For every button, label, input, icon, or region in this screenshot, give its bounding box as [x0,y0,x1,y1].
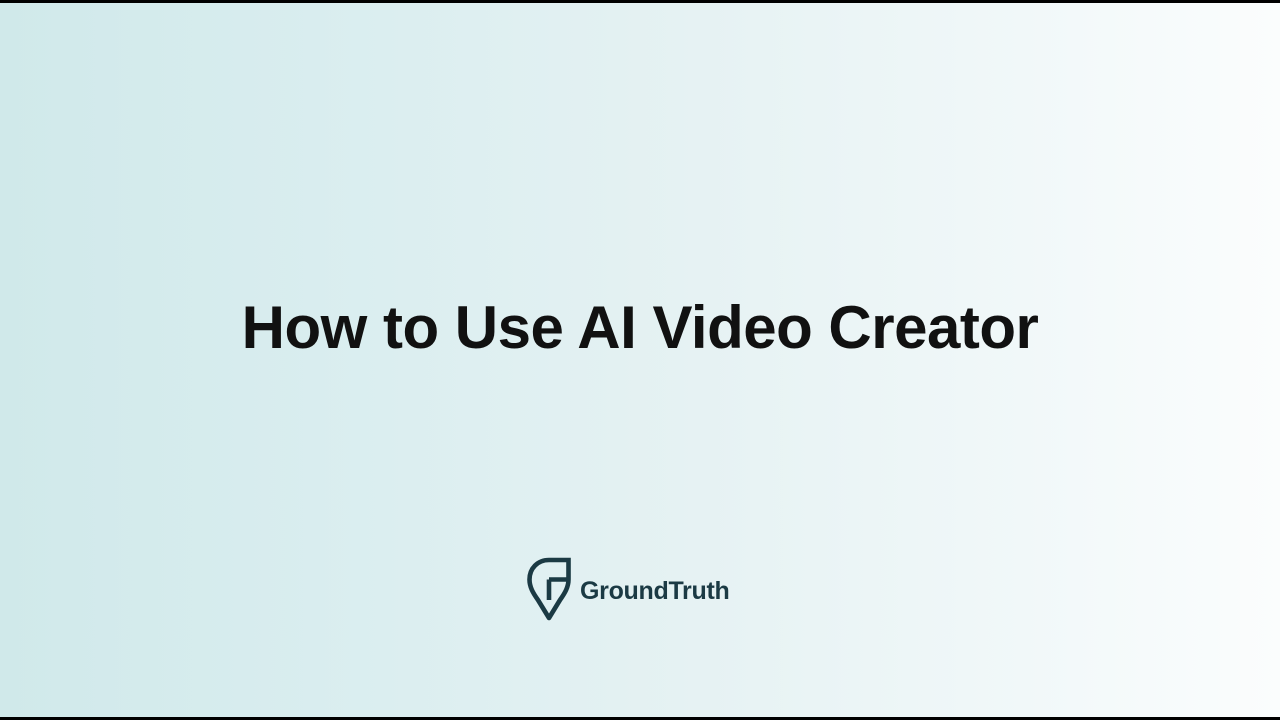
brand-name: GroundTruth [580,577,730,605]
brand-logo: GroundTruth [526,556,730,622]
map-pin-g-icon [527,557,571,621]
video-frame: How to Use AI Video Creator GroundTruth [0,3,1280,717]
slide-title: How to Use AI Video Creator [241,294,1039,361]
